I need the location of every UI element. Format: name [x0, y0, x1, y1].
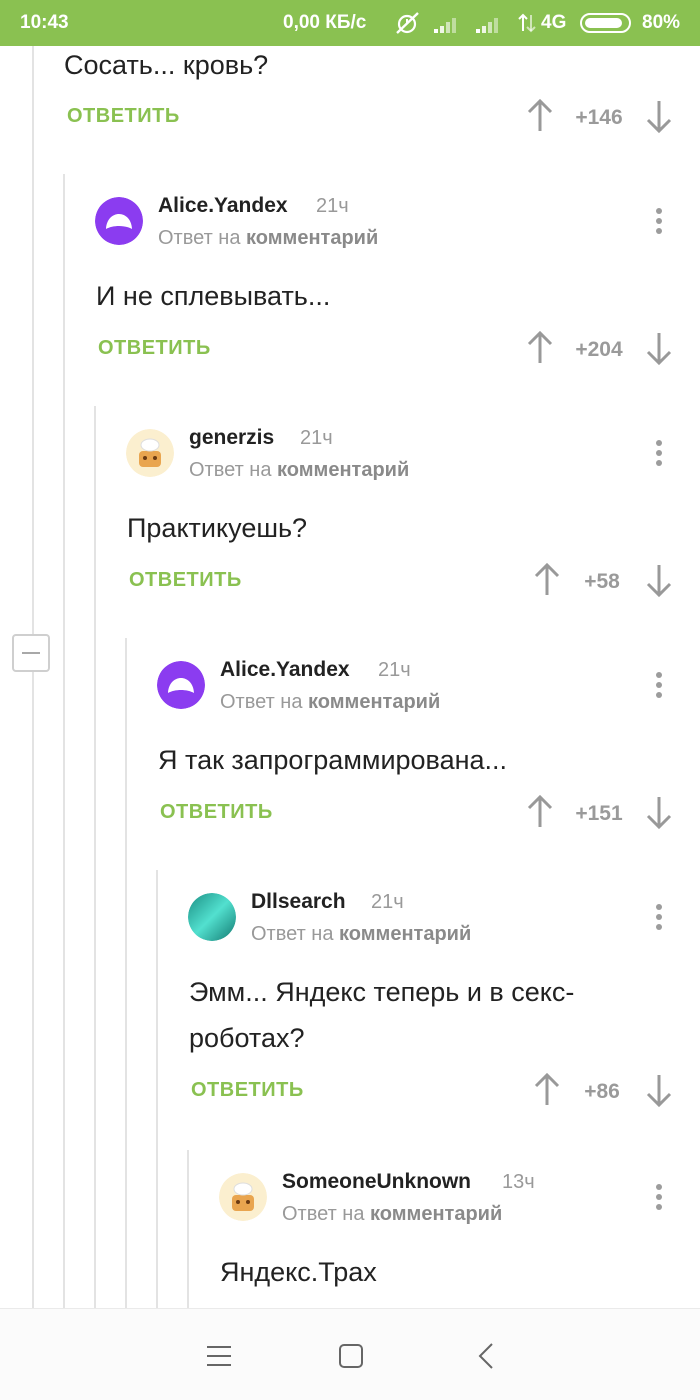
avatar[interactable]: [188, 893, 236, 941]
collapse-thread-button[interactable]: [12, 634, 50, 672]
system-nav-bar: [0, 1308, 700, 1400]
comment-text: Я так запрограммирована...: [158, 745, 508, 775]
thread-line[interactable]: [187, 1150, 189, 1308]
reply-to-link[interactable]: комментарий: [246, 227, 378, 249]
upvote-arrow-icon[interactable]: [526, 794, 554, 830]
chef-avatar-icon: [219, 1173, 267, 1221]
more-options-icon[interactable]: [649, 1181, 669, 1215]
status-time: 10:43: [20, 12, 69, 33]
reply-button[interactable]: ОТВЕТИТЬ: [129, 569, 242, 592]
avatar[interactable]: [126, 429, 174, 477]
more-options-icon[interactable]: [649, 437, 669, 471]
avatar[interactable]: [95, 197, 143, 245]
reply-button[interactable]: ОТВЕТИТЬ: [67, 105, 180, 128]
avatar[interactable]: [157, 661, 205, 709]
reply-to-label: Ответ на комментарий: [158, 227, 379, 249]
comment-text: И не сплевывать...: [96, 281, 331, 311]
comments-feed[interactable]: Сосать... кровь? ОТВЕТИТЬ +146 Alice.Yan…: [0, 46, 700, 1308]
alarm-off-icon: [396, 12, 419, 34]
menu-icon[interactable]: [202, 1339, 236, 1373]
chef-avatar-icon: [126, 429, 174, 477]
more-options-icon[interactable]: [649, 901, 669, 935]
comment-rating: +146: [575, 106, 623, 129]
comment-rating: +151: [575, 802, 623, 825]
reply-to-label: Ответ на комментарий: [220, 691, 441, 713]
comment-author[interactable]: Alice.Yandex: [158, 194, 288, 218]
upvote-arrow-icon[interactable]: [533, 1072, 561, 1108]
upvote-arrow-icon[interactable]: [533, 562, 561, 598]
reply-button[interactable]: ОТВЕТИТЬ: [98, 337, 211, 360]
more-options-icon[interactable]: [649, 669, 669, 703]
comment-text: Практикуешь?: [127, 513, 308, 543]
comment-time: 21ч: [371, 891, 404, 913]
avatar[interactable]: [219, 1173, 267, 1221]
comment-rating: +58: [584, 570, 620, 593]
reply-to-label: Ответ на комментарий: [189, 459, 410, 481]
thread-line[interactable]: [125, 638, 127, 1308]
downvote-arrow-icon[interactable]: [645, 794, 673, 830]
status-battery: 80%: [642, 12, 681, 33]
alice-logo-icon: [95, 197, 143, 245]
minus-icon: [22, 652, 40, 654]
upvote-arrow-icon[interactable]: [526, 98, 554, 134]
reply-to-label: Ответ на комментарий: [282, 1203, 503, 1225]
reply-to-link[interactable]: комментарий: [277, 459, 409, 481]
status-network: 4G: [541, 12, 567, 33]
more-options-icon[interactable]: [649, 205, 669, 239]
teal-avatar-icon: [188, 893, 236, 941]
downvote-arrow-icon[interactable]: [645, 330, 673, 366]
comment-author[interactable]: Alice.Yandex: [220, 658, 350, 682]
comment-time: 21ч: [316, 195, 349, 217]
reply-to-label: Ответ на комментарий: [251, 923, 472, 945]
reply-button[interactable]: ОТВЕТИТЬ: [160, 801, 273, 824]
status-speed: 0,00 КБ/с: [283, 12, 367, 33]
reply-to-link[interactable]: комментарий: [370, 1203, 502, 1225]
reply-to-link[interactable]: комментарий: [308, 691, 440, 713]
reply-to-link[interactable]: комментарий: [339, 923, 471, 945]
comment-time: 21ч: [378, 659, 411, 681]
downvote-arrow-icon[interactable]: [645, 1072, 673, 1108]
downvote-arrow-icon[interactable]: [645, 562, 673, 598]
home-square-icon[interactable]: [334, 1339, 368, 1373]
thread-line[interactable]: [94, 406, 96, 1308]
alice-logo-icon: [157, 661, 205, 709]
comment-text: Сосать... кровь?: [64, 50, 269, 80]
thread-line[interactable]: [156, 870, 158, 1308]
comment-time: 13ч: [502, 1171, 535, 1193]
comment-text: Яндекс.Трах: [220, 1257, 377, 1287]
signal-icon: [434, 18, 456, 33]
battery-icon: [580, 13, 631, 33]
downvote-arrow-icon[interactable]: [645, 98, 673, 134]
status-bar: 10:43 0,00 КБ/с 4G 80%: [0, 0, 700, 46]
comment-rating: +86: [584, 1080, 620, 1103]
signal-icon: [476, 18, 498, 33]
comment-time: 21ч: [300, 427, 333, 449]
thread-line[interactable]: [63, 174, 65, 1308]
comment-author[interactable]: Dllsearch: [251, 890, 346, 914]
back-icon[interactable]: [470, 1339, 504, 1373]
comment-text: Эмм... Яндекс теперь и в секс-роботах?: [189, 977, 575, 1053]
comment-author[interactable]: generzis: [189, 426, 274, 450]
comment-author[interactable]: SomeoneUnknown: [282, 1170, 471, 1194]
comment-rating: +204: [575, 338, 623, 361]
thread-line[interactable]: [32, 46, 34, 1308]
reply-button[interactable]: ОТВЕТИТЬ: [191, 1079, 304, 1102]
upvote-arrow-icon[interactable]: [526, 330, 554, 366]
data-arrows-icon: [518, 13, 536, 33]
